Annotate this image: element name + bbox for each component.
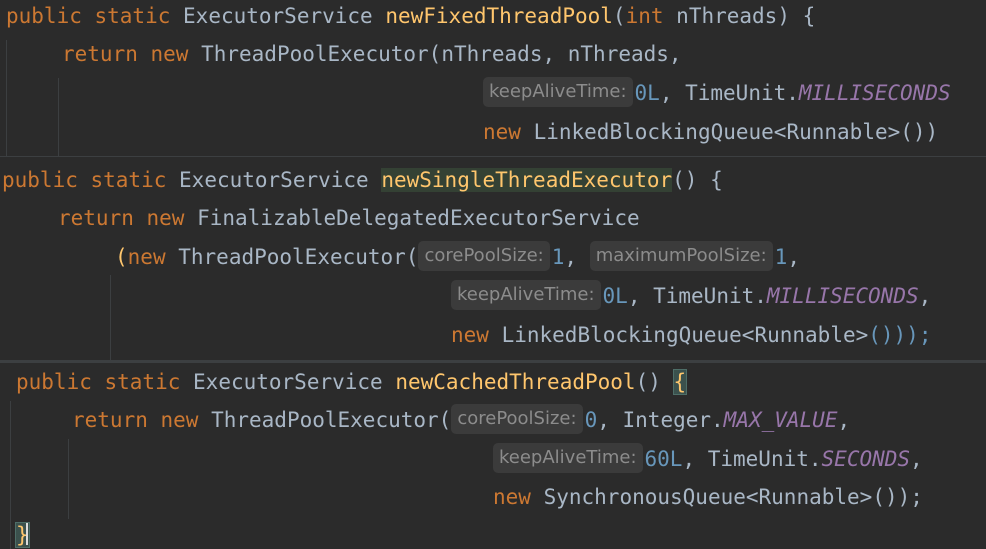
code-line-3: keepAliveTime: 60L, TimeUnit.SECONDS,: [493, 440, 923, 478]
code-line-1: public static ExecutorService newSingleT…: [2, 168, 723, 192]
code-line-3: keepAliveTime: 0L, TimeUnit.MILLISECONDS: [483, 74, 951, 112]
indent-guide: [110, 275, 111, 360]
param-hint-keep-alive-time: keepAliveTime:: [493, 443, 643, 473]
code-line-5: new LinkedBlockingQueue<Runnable>()));: [451, 323, 932, 347]
code-line-4: new LinkedBlockingQueue<Runnable>()): [483, 120, 939, 144]
indent-guide: [6, 40, 7, 156]
indent-guide: [10, 401, 11, 549]
code-line-3: (new ThreadPoolExecutor(corePoolSize: 1, …: [115, 238, 800, 276]
indent-guide: [58, 78, 59, 156]
param-hint-keep-alive-time: keepAliveTime:: [483, 77, 633, 107]
param-hint-core-pool-size: corePoolSize:: [418, 241, 550, 271]
code-line-1: public static ExecutorService newFixedTh…: [6, 4, 816, 28]
highlighted-method-name: newSingleThreadExecutor: [381, 168, 673, 192]
code-line-2: return new FinalizableDelegatedExecutorS…: [58, 206, 640, 230]
code-snippet-cached-thread-pool: public static ExecutorService newCachedT…: [0, 363, 986, 549]
code-snippet-fixed-thread-pool: public static ExecutorService newFixedTh…: [0, 0, 986, 156]
indent-guide: [68, 439, 69, 519]
param-hint-core-pool-size: corePoolSize:: [451, 404, 583, 434]
text-cursor: [25, 523, 28, 545]
code-line-2: return new ThreadPoolExecutor(nThreads, …: [62, 42, 682, 66]
code-line-1: public static ExecutorService newCachedT…: [16, 369, 688, 395]
code-line-4: new SynchronousQueue<Runnable>());: [493, 485, 923, 509]
code-line-5: }: [15, 516, 30, 549]
param-hint-maximum-pool-size: maximumPoolSize:: [589, 241, 773, 271]
code-snippet-single-thread-executor: public static ExecutorService newSingleT…: [0, 157, 986, 360]
code-line-2: return new ThreadPoolExecutor(corePoolSi…: [72, 401, 850, 439]
code-line-4: keepAliveTime: 0L, TimeUnit.MILLISECONDS,: [451, 277, 931, 315]
matched-brace: {: [672, 369, 688, 395]
param-hint-keep-alive-time: keepAliveTime:: [451, 280, 601, 310]
